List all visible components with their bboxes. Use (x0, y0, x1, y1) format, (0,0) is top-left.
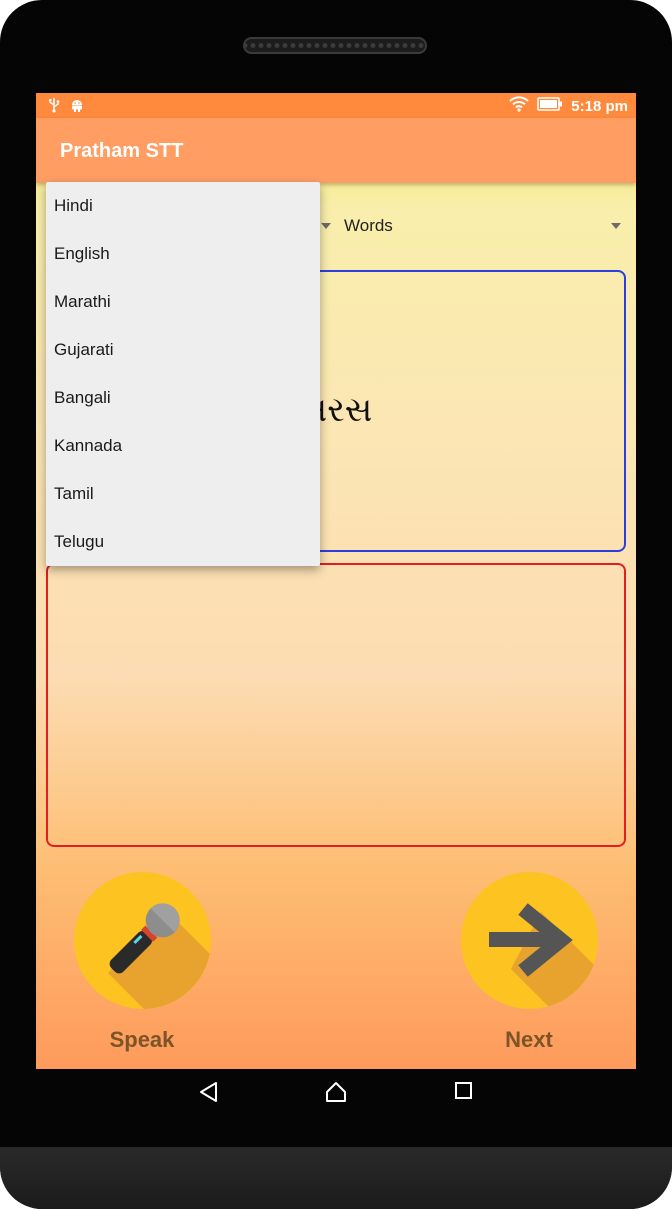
dropdown-item-english[interactable]: English (46, 230, 320, 278)
app-screen: 5:18 pm Pratham STT Words સરસ Speak Next… (36, 93, 636, 1069)
next-button[interactable] (461, 872, 598, 1009)
usb-icon (48, 97, 60, 118)
dropdown-item-bangali[interactable]: Bangali (46, 374, 320, 422)
type-spinner-arrow-icon[interactable] (611, 223, 621, 229)
dropdown-item-telugu[interactable]: Telugu (46, 518, 320, 566)
back-icon[interactable] (198, 1081, 220, 1108)
dropdown-item-hindi[interactable]: Hindi (46, 182, 320, 230)
dropdown-item-tamil[interactable]: Tamil (46, 470, 320, 518)
recents-icon[interactable] (454, 1081, 474, 1106)
home-icon[interactable] (325, 1081, 347, 1108)
android-debug-icon (70, 97, 84, 118)
microphone-icon (108, 903, 211, 1009)
status-bar: 5:18 pm (36, 93, 636, 118)
arrow-right-icon (489, 903, 598, 1009)
battery-icon (537, 97, 563, 116)
navigation-bar (0, 1069, 672, 1117)
speech-result-box (46, 563, 626, 847)
wifi-icon (509, 96, 529, 117)
type-spinner-label[interactable]: Words (344, 216, 393, 236)
speak-button[interactable] (74, 872, 211, 1009)
dropdown-item-kannada[interactable]: Kannada (46, 422, 320, 470)
status-time: 5:18 pm (571, 98, 628, 115)
dropdown-item-marathi[interactable]: Marathi (46, 278, 320, 326)
app-title: Pratham STT (60, 140, 184, 162)
speak-label: Speak (109, 1027, 175, 1052)
phone-frame: 5:18 pm Pratham STT Words સરસ Speak Next… (0, 0, 672, 1209)
phone-chin (0, 1147, 672, 1209)
dropdown-item-gujarati[interactable]: Gujarati (46, 326, 320, 374)
next-label: Next (505, 1027, 553, 1052)
earpiece-speaker (243, 37, 427, 54)
language-spinner-arrow-icon[interactable] (321, 223, 331, 229)
language-dropdown-menu: Hindi English Marathi Gujarati Bangali K… (46, 182, 320, 566)
app-bar: Pratham STT (36, 118, 636, 183)
